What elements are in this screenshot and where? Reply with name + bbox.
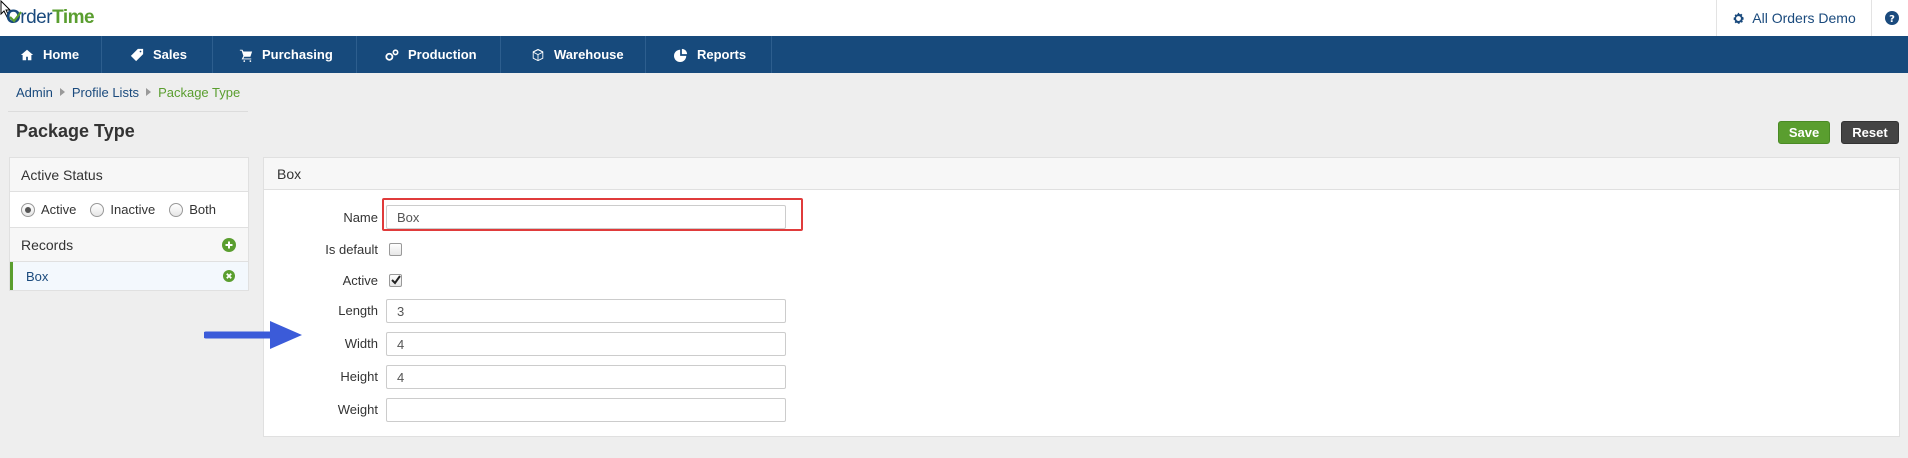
active-checkbox[interactable] bbox=[389, 274, 402, 287]
nav-sales[interactable]: Sales bbox=[102, 36, 213, 73]
name-field[interactable] bbox=[386, 205, 786, 229]
remove-record-icon[interactable] bbox=[222, 269, 236, 283]
record-item-label: Box bbox=[26, 268, 49, 284]
height-field[interactable] bbox=[386, 365, 786, 389]
tag-icon bbox=[130, 48, 144, 61]
length-field[interactable] bbox=[386, 299, 786, 323]
reset-button[interactable]: Reset bbox=[1841, 121, 1899, 144]
filter-panel: Active Status Active Inactive Both Recor… bbox=[9, 157, 249, 291]
status-radio-active[interactable] bbox=[21, 202, 35, 217]
records-header: Records bbox=[10, 228, 248, 262]
main-navigation: Home Sales Purchasing Production Warehou… bbox=[0, 36, 1908, 73]
checkmark-icon bbox=[391, 275, 401, 285]
breadcrumb-profile-lists[interactable]: Profile Lists bbox=[72, 85, 139, 100]
status-radio-inactive[interactable] bbox=[90, 202, 105, 217]
logo-text-rder: rder bbox=[20, 7, 53, 28]
nav-home[interactable]: Home bbox=[0, 36, 102, 73]
caret-right-icon bbox=[146, 88, 152, 96]
breadcrumb-divider bbox=[8, 111, 248, 112]
logo-text-time: Time bbox=[52, 7, 95, 28]
home-icon bbox=[20, 49, 34, 60]
nav-purchasing[interactable]: Purchasing bbox=[213, 36, 357, 73]
nav-warehouse[interactable]: Warehouse bbox=[501, 36, 646, 73]
height-label: Height bbox=[340, 369, 378, 384]
nav-reports[interactable]: Reports bbox=[646, 36, 772, 73]
company-name: All Orders Demo bbox=[1752, 10, 1856, 26]
active-label: Active bbox=[342, 273, 378, 288]
top-bar: OrderTime All Orders Demo ? bbox=[0, 0, 1908, 36]
record-title: Box bbox=[264, 158, 1899, 190]
gears-icon bbox=[385, 48, 399, 61]
breadcrumb: Admin Profile Lists Package Type bbox=[16, 84, 240, 100]
width-field[interactable] bbox=[386, 332, 786, 356]
nav-production-label: Production bbox=[408, 47, 477, 62]
page-title: Package Type bbox=[16, 121, 135, 141]
breadcrumb-current: Package Type bbox=[158, 84, 241, 100]
nav-sales-label: Sales bbox=[153, 47, 187, 62]
status-label-inactive: Inactive bbox=[110, 202, 156, 217]
nav-warehouse-label: Warehouse bbox=[554, 47, 624, 62]
is-default-label: Is default bbox=[325, 242, 378, 257]
save-button[interactable]: Save bbox=[1778, 121, 1830, 144]
status-filter: Active Inactive Both bbox=[10, 192, 248, 228]
logo-check-icon bbox=[9, 11, 22, 23]
nav-reports-label: Reports bbox=[697, 47, 747, 62]
annotation-arrow-icon bbox=[204, 321, 302, 349]
company-switcher[interactable]: All Orders Demo bbox=[1716, 0, 1872, 36]
nav-home-label: Home bbox=[43, 47, 80, 62]
status-label-both: Both bbox=[189, 202, 216, 217]
nav-production[interactable]: Production bbox=[357, 36, 501, 73]
nav-purchasing-label: Purchasing bbox=[262, 47, 333, 62]
svg-text:?: ? bbox=[1889, 14, 1895, 25]
weight-field[interactable] bbox=[386, 398, 786, 422]
status-label-active: Active bbox=[41, 202, 77, 217]
pie-chart-icon bbox=[674, 48, 688, 62]
ordertime-logo[interactable]: OrderTime bbox=[6, 7, 95, 29]
cube-icon bbox=[532, 48, 544, 61]
record-item[interactable]: Box bbox=[10, 262, 248, 290]
cart-icon bbox=[239, 49, 253, 62]
records-heading: Records bbox=[21, 236, 74, 253]
active-status-heading: Active Status bbox=[10, 158, 248, 192]
add-record-icon[interactable] bbox=[222, 237, 236, 252]
breadcrumb-admin[interactable]: Admin bbox=[16, 85, 53, 100]
weight-label: Weight bbox=[337, 402, 378, 417]
status-radio-both[interactable] bbox=[169, 202, 184, 217]
gear-icon bbox=[1733, 12, 1745, 24]
help-icon[interactable]: ? bbox=[1884, 10, 1900, 26]
name-label: Name bbox=[343, 210, 378, 225]
length-label: Length bbox=[338, 303, 378, 318]
is-default-checkbox[interactable] bbox=[389, 243, 402, 256]
record-detail-panel: Box Name Is default Active Length Width … bbox=[263, 157, 1900, 437]
caret-right-icon bbox=[59, 88, 65, 96]
